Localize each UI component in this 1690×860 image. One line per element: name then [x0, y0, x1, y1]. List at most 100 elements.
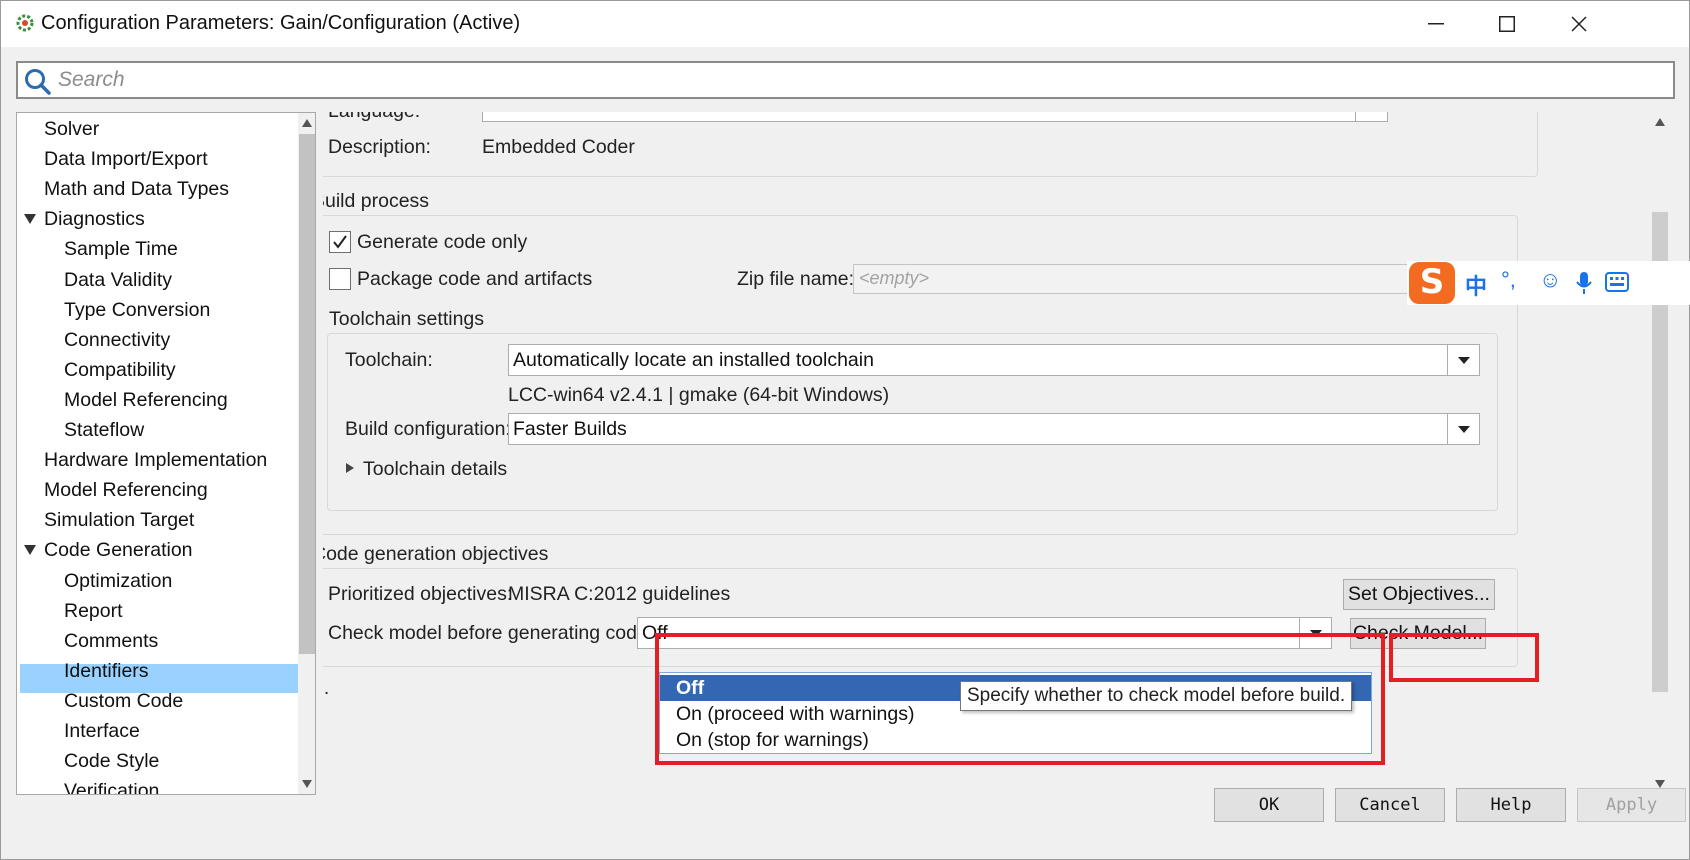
annotation-highlight-dropdown [655, 633, 1385, 765]
ime-toolbar: S 中 °, ☺ [1407, 261, 1690, 305]
scroll-up-icon[interactable] [302, 119, 312, 127]
minimize-icon [1428, 23, 1444, 25]
tree-item-simulation-target[interactable]: Simulation Target [44, 506, 194, 534]
title-bar: Configuration Parameters: Gain/Configura… [1, 1, 1689, 47]
toolchain-dropdown[interactable]: Automatically locate an installed toolch… [508, 344, 1480, 376]
package-code-label: Package code and artifacts [357, 268, 593, 290]
tree-item-label: Solver [44, 118, 100, 140]
tree-item-data-validity[interactable]: Data Validity [64, 266, 172, 294]
expand-triangle-icon[interactable] [24, 214, 36, 225]
tree-item-connectivity[interactable]: Connectivity [64, 326, 170, 354]
tree-item-hardware-implementation[interactable]: Hardware Implementation [44, 446, 267, 474]
build-configuration-dropdown[interactable]: Faster Builds [508, 413, 1480, 445]
more-ellipsis: ... [323, 677, 330, 699]
tree-item-stateflow[interactable]: Stateflow [64, 416, 144, 444]
language-dropdown[interactable]: C [482, 112, 1388, 122]
chinese-mode-icon[interactable]: 中 [1465, 269, 1487, 301]
scroll-up-icon[interactable] [1655, 118, 1665, 126]
tree-item-model-referencing[interactable]: Model Referencing [64, 386, 228, 414]
tree-item-diagnostics[interactable]: Diagnostics [24, 205, 145, 233]
tree-item-report[interactable]: Report [64, 597, 123, 625]
tree-item-label: Identifiers [64, 659, 149, 682]
maximize-button[interactable] [1471, 1, 1543, 47]
set-objectives-button[interactable]: Set Objectives... [1343, 579, 1495, 610]
tree-item-label: Math and Data Types [44, 178, 230, 201]
tree-item-label: Code Generation [44, 539, 193, 562]
build-configuration-label: Build configuration: [345, 418, 511, 440]
toolchain-info: LCC-win64 v2.4.1 | gmake (64-bit Windows… [508, 384, 890, 406]
checkmark-icon [333, 235, 347, 249]
check-model-label: Check model before generating code: [328, 622, 654, 644]
tree-item-optimization[interactable]: Optimization [64, 567, 172, 595]
punctuation-icon[interactable]: °, [1501, 267, 1516, 293]
scroll-down-icon[interactable] [1655, 780, 1665, 788]
objectives-heading: Code generation objectives [323, 543, 549, 565]
search-box[interactable] [16, 61, 1675, 99]
chevron-down-icon[interactable] [1355, 112, 1387, 121]
tree-item-solver[interactable]: Solver [44, 115, 99, 143]
tree-item-label: Type Conversion [64, 298, 211, 321]
tree-item-type-conversion[interactable]: Type Conversion [64, 296, 210, 324]
search-input[interactable] [58, 66, 1558, 94]
tree-item-verification[interactable]: Verification [64, 777, 160, 795]
sogou-logo-icon[interactable]: S [1409, 262, 1455, 304]
config-params-window: Configuration Parameters: Gain/Configura… [0, 0, 1690, 860]
build-process-heading: Build process [323, 190, 430, 212]
language-value: C [487, 112, 501, 118]
toolchain-details-toggle[interactable]: Toolchain details [363, 458, 507, 481]
tree-item-comments[interactable]: Comments [64, 627, 158, 655]
apply-button[interactable]: Apply [1577, 788, 1686, 822]
tree-item-label: Data Validity [64, 268, 173, 291]
language-label: Language: [328, 112, 420, 123]
generate-code-only-label: Generate code only [357, 231, 528, 253]
tree-item-compatibility[interactable]: Compatibility [64, 356, 176, 384]
tree-scroll-thumb[interactable] [299, 134, 315, 654]
window-title: Configuration Parameters: Gain/Configura… [41, 12, 521, 34]
prioritized-objectives-value: MISRA C:2012 guidelines [508, 583, 731, 605]
chevron-down-icon[interactable] [1447, 414, 1479, 444]
tree-item-identifiers[interactable]: Identifiers [64, 657, 149, 685]
tree-item-code-style[interactable]: Code Style [64, 747, 159, 775]
tree-item-interface[interactable]: Interface [64, 717, 140, 745]
tree-item-label: Code Style [64, 750, 160, 773]
tree-item-label: Compatibility [64, 358, 176, 381]
expand-triangle-icon[interactable] [345, 462, 355, 474]
emoji-icon[interactable]: ☺ [1539, 267, 1561, 293]
tree-item-label: Model Referencing [44, 479, 208, 502]
microphone-icon[interactable] [1575, 271, 1593, 295]
tree-item-sample-time[interactable]: Sample Time [64, 235, 178, 263]
chevron-down-icon[interactable] [1447, 345, 1479, 375]
tree-item-label: Report [64, 599, 123, 622]
cancel-button[interactable]: Cancel [1335, 788, 1445, 822]
tree-item-custom-code[interactable]: Custom Code [64, 687, 183, 715]
close-button[interactable] [1543, 1, 1615, 47]
tree-item-model-referencing[interactable]: Model Referencing [44, 476, 208, 504]
prioritized-objectives-label: Prioritized objectives: [328, 583, 513, 605]
toolchain-label: Toolchain: [345, 349, 433, 371]
ok-button[interactable]: OK [1214, 788, 1324, 822]
tree-item-code-generation[interactable]: Code Generation [24, 536, 193, 564]
annotation-highlight-check-button [1389, 633, 1539, 682]
package-code-checkbox[interactable] [329, 268, 351, 290]
description-value: Embedded Coder [482, 136, 635, 158]
tree-item-label: Interface [64, 720, 140, 742]
keyboard-icon[interactable] [1605, 272, 1629, 292]
tree-item-label: Hardware Implementation [44, 449, 268, 472]
tree-item-label: Comments [64, 629, 159, 652]
tree-item-label: Optimization [64, 569, 173, 592]
settings-scrollbar[interactable] [1650, 112, 1670, 795]
tree-item-label: Sample Time [64, 238, 178, 261]
expand-triangle-icon[interactable] [24, 545, 36, 556]
tree-item-label: Stateflow [64, 419, 145, 441]
tree-scrollbar[interactable] [298, 113, 315, 794]
tree-item-math-and-data-types[interactable]: Math and Data Types [44, 175, 229, 203]
toolchain-settings-heading: Toolchain settings [329, 308, 485, 330]
matlab-config-icon [16, 14, 34, 32]
tree-item-data-import-export[interactable]: Data Import/Export [44, 145, 208, 173]
tree-item-label: Verification [64, 780, 160, 795]
minimize-button[interactable] [1400, 1, 1472, 47]
help-button[interactable]: Help [1456, 788, 1566, 822]
scroll-down-icon[interactable] [302, 780, 312, 788]
tree-item-label: Custom Code [64, 689, 184, 712]
generate-code-only-checkbox[interactable] [329, 231, 351, 253]
